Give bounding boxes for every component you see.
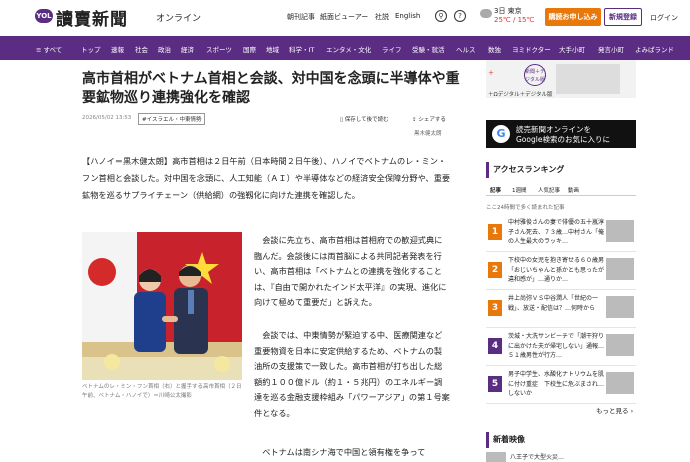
ad-text: ＋Ωデジタル＋デジタル版	[488, 92, 553, 98]
reporter-name: 黒木健太朗	[414, 131, 442, 137]
site-logo[interactable]: 讀賣新聞	[56, 5, 128, 30]
site-header: YOL 讀賣新聞 オンライン 朝刊記事 紙面ビューアー 社説 English ⚲…	[0, 0, 690, 36]
ad-plus-label: ＋	[488, 70, 495, 77]
nav-editorial[interactable]: 社説	[375, 12, 389, 22]
nav-life[interactable]: ライフ	[382, 44, 402, 54]
article-paragraph-1-text: 会談に先立ち、高市首相は首相府での歓迎式典に臨んだ。会談後には両首脳による共同記…	[254, 235, 447, 307]
rank-number: 3	[488, 300, 502, 316]
nav-komachi[interactable]: 大手小町	[559, 44, 585, 54]
rank-number: 2	[488, 262, 502, 278]
subscription-ad[interactable]: ＋ 新聞＋デジタル版 ＋Ωデジタル＋デジタル版	[486, 60, 636, 98]
tab-articles[interactable]: 記事	[490, 186, 501, 194]
nav-top[interactable]: トップ	[81, 44, 101, 54]
nav-politics[interactable]: 政治	[158, 44, 171, 54]
help-icon[interactable]: ?	[454, 10, 466, 22]
ranking-thumbnail	[606, 258, 634, 280]
weather-city: 3日 東京	[494, 7, 522, 15]
nav-all[interactable]: ≡ すべて	[36, 44, 62, 54]
ranking-item-text: 中村雅俊さんの妻で俳優の五十嵐淳子さん死去、７３歳…中村さん「俺の人生最大のラッ…	[508, 219, 605, 245]
chevron-right-icon: ›	[628, 407, 634, 415]
article-paragraph-1: 会談に先立ち、高市首相は首相府での歓迎式典に臨んだ。会談後には両首脳による共同記…	[254, 233, 450, 311]
article-paragraph-3: ベトナムは南シナ海で中国と領有権を争って	[254, 445, 450, 461]
google-ad-line-1: 読売新聞オンラインを	[516, 125, 591, 134]
nav-exam[interactable]: 受験・就活	[412, 44, 445, 54]
category-nav: ≡ すべて トップ 速報 社会 政治 経済 スポーツ 国際 地域 科学・IT エ…	[0, 36, 690, 60]
google-favorite-ad[interactable]: G 読売新聞オンラインを Google検索のお気に入りに	[486, 120, 636, 148]
ranking-item-text: 茨城・大洗サンビーチで「潮干狩りに出かけた夫が帰宅しない」通報…５１歳男性が行方…	[508, 333, 605, 359]
google-icon: G	[492, 125, 510, 143]
article-paragraph-2: 会談では、中東情勢が緊迫する中、医療関連など重要物資を日本に安定供給するため、ベ…	[254, 328, 450, 421]
newspaper-image	[556, 64, 620, 94]
ranking-item-text: 下校中の女児を抱き寄せる６０歳男「おじいちゃんと孫かとも思ったが違和感が」…通り…	[508, 257, 605, 283]
photo-caption: ベトナムのレ・ミン・フン首相（右）と握手する高市首相（２日午前、ベトナム・ハノイ…	[82, 384, 242, 399]
rank-number: 1	[488, 224, 502, 240]
nav-hatsugen[interactable]: 発言小町	[598, 44, 624, 54]
ranking-item-text: 井上尚弥ＶＳ中谷潤人「世紀の一戦」、放送・配信は？…何時から	[508, 295, 599, 312]
register-button[interactable]: 新規登録	[604, 8, 642, 26]
more-link[interactable]: もっと見る ›	[596, 405, 633, 415]
more-link-label: もっと見る	[596, 407, 629, 415]
google-ad-text: 読売新聞オンラインを Google検索のお気に入りに	[516, 125, 610, 145]
cloud-icon	[480, 9, 492, 18]
save-later-button[interactable]: ▯ 保存して後で読む	[340, 115, 389, 123]
nav-entertainment[interactable]: エンタメ・文化	[326, 44, 371, 54]
ranking-item-1[interactable]: 1 中村雅俊さんの妻で俳優の五十嵐淳子さん死去、７３歳…中村さん「俺の人生最大の…	[486, 216, 636, 252]
article-title: 高市首相がベトナム首相と会談、対中国を念頭に半導体や重要鉱物巡り連携強化を確認	[82, 71, 460, 106]
nav-morning-paper[interactable]: 朝刊記事	[287, 12, 315, 22]
google-ad-line-2: Google検索のお気に入りに	[516, 135, 610, 144]
nav-economy[interactable]: 経済	[181, 44, 194, 54]
nav-viewer[interactable]: 紙面ビューアー	[320, 12, 368, 22]
new-video-heading: 新着映像	[486, 432, 636, 448]
ranking-thumbnail	[606, 372, 634, 394]
article-lead: 【ハノイ＝黒木健太朗】高市首相は２日午前（日本時間２日午後）、ハノイでベトナムの…	[82, 156, 451, 200]
nav-local[interactable]: 地域	[266, 44, 279, 54]
nav-sports[interactable]: スポーツ	[206, 44, 232, 54]
article-paragraph-2-text: 会談では、中東情勢が緊迫する中、医療関連など重要物資を日本に安定供給するため、ベ…	[254, 330, 450, 418]
ad-circle-badge: 新聞＋デジタル版	[524, 64, 546, 86]
ranking-tabs: 記事 1週間 人気記事 動画	[486, 184, 636, 196]
search-icon[interactable]: ⚲	[435, 10, 447, 22]
ranking-thumbnail	[606, 296, 634, 318]
article-date: 2026/05/02 13:53	[82, 115, 132, 121]
rank-number: 4	[488, 338, 502, 354]
tab-popular[interactable]: 人気記事	[538, 186, 560, 194]
ranking-item-text: 男子中学生、水酸化ナトリウムを肌に付け重症 下校生に危ぶまされ…しないか	[508, 371, 605, 397]
tab-video[interactable]: 動画	[568, 186, 579, 194]
ranking-note: ここ24時間で多く読まれた記事	[486, 205, 565, 211]
nav-health[interactable]: ヘルス	[456, 44, 476, 54]
nav-world[interactable]: 国際	[243, 44, 256, 54]
subscribe-button[interactable]: 購読お申し込み	[545, 8, 601, 26]
ranking-thumbnail	[606, 334, 634, 356]
nav-breaking[interactable]: 速報	[111, 44, 124, 54]
nav-society[interactable]: 社会	[135, 44, 148, 54]
nav-english[interactable]: English	[395, 12, 420, 20]
share-button[interactable]: ⇪ シェアする	[412, 115, 446, 123]
ranking-thumbnail	[606, 220, 634, 242]
share-label: シェアする	[418, 117, 446, 123]
nav-science[interactable]: 科学・IT	[289, 44, 314, 54]
nav-yomipa[interactable]: よみぱランド	[635, 44, 674, 54]
login-link[interactable]: ログイン	[650, 13, 678, 23]
new-video-thumbnail	[486, 452, 506, 462]
photo-illustration	[82, 232, 242, 380]
ranking-item-3[interactable]: 3 井上尚弥ＶＳ中谷潤人「世紀の一戦」、放送・配信は？…何時から	[486, 292, 636, 328]
save-later-label: 保存して後で読む	[344, 117, 389, 123]
article-paragraph-3-text: ベトナムは南シナ海で中国と領有権を争って	[262, 447, 426, 457]
tab-week[interactable]: 1週間	[512, 186, 527, 194]
logo-badge[interactable]: YOL	[35, 9, 53, 23]
rank-number: 5	[488, 376, 502, 392]
nav-yomidoctor[interactable]: ヨミドクター	[512, 44, 551, 54]
nav-sudoku[interactable]: 数独	[488, 44, 501, 54]
weather-temps: 25℃ / 15℃	[494, 16, 535, 24]
ranking-item-4[interactable]: 4 茨城・大洗サンビーチで「潮干狩りに出かけた夫が帰宅しない」通報…５１歳男性が…	[486, 330, 636, 366]
ranking-item-5[interactable]: 5 男子中学生、水酸化ナトリウムを肌に付け重症 下校生に危ぶまされ…しないか	[486, 368, 636, 404]
ranking-heading: アクセスランキング	[486, 162, 636, 178]
ranking-item-2[interactable]: 2 下校中の女児を抱き寄せる６０歳男「おじいちゃんと孫かとも思ったが違和感が」……	[486, 254, 636, 290]
article-tag[interactable]: #イスラエル・中東情勢	[138, 113, 206, 125]
site-logo-sub[interactable]: オンライン	[156, 11, 201, 24]
article-photo[interactable]	[82, 232, 242, 380]
